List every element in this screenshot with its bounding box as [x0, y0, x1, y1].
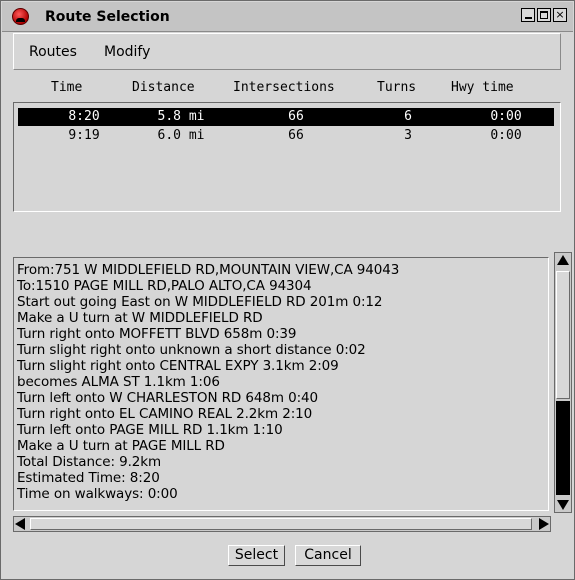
direction-line: From:751 W MIDDLEFIELD RD,MOUNTAIN VIEW,… [17, 262, 400, 278]
route-intersections: 66 [288, 109, 304, 124]
scroll-right-arrow-icon[interactable] [539, 518, 549, 530]
direction-line: Estimated Time: 8:20 [17, 470, 160, 486]
minimize-button[interactable] [521, 8, 535, 22]
direction-line: Turn slight right onto CENTRAL EXPY 3.1k… [17, 358, 339, 374]
vertical-scroll-trough[interactable] [556, 401, 570, 495]
scroll-up-arrow-icon[interactable] [557, 255, 569, 265]
scroll-down-arrow-icon[interactable] [557, 500, 569, 510]
column-header-hwy-time[interactable]: Hwy time [451, 80, 514, 95]
maximize-button[interactable] [537, 8, 551, 22]
close-icon: × [555, 8, 565, 21]
title-bar[interactable]: Route Selection × [2, 2, 573, 32]
column-header-turns[interactable]: Turns [377, 80, 416, 95]
direction-line: Turn slight right onto unknown a short d… [17, 342, 366, 358]
route-selection-window: Route Selection × Routes Modify Time Dis… [0, 0, 575, 580]
direction-line: Turn right onto EL CAMINO REAL 2.2km 2:1… [17, 406, 313, 422]
cancel-button[interactable]: Cancel [295, 545, 361, 566]
column-header-distance[interactable]: Distance [132, 80, 195, 95]
direction-line: becomes ALMA ST 1.1km 1:06 [17, 374, 220, 390]
menu-modify[interactable]: Modify [104, 44, 150, 60]
menu-bar: Routes Modify [13, 33, 561, 70]
directions-horizontal-scrollbar[interactable] [13, 516, 551, 532]
direction-line: Turn left onto W CHARLESTON RD 648m 0:40 [17, 390, 319, 406]
column-header-time[interactable]: Time [51, 80, 82, 95]
direction-line: Turn right onto MOFFETT BLVD 658m 0:39 [17, 326, 297, 342]
route-hwy-time: 0:00 [490, 128, 522, 143]
minimize-icon [525, 17, 532, 19]
direction-line: Start out going East on W MIDDLEFIELD RD… [17, 294, 383, 310]
direction-line: Make a U turn at PAGE MILL RD [17, 438, 225, 454]
vertical-scroll-thumb[interactable] [556, 271, 570, 399]
route-turns: 6 [404, 109, 412, 124]
scroll-left-arrow-icon[interactable] [15, 518, 25, 530]
route-time: 8:20 [68, 109, 100, 124]
window-title: Route Selection [45, 9, 170, 25]
route-row[interactable]: 9:19 6.0 mi 66 3 0:00 [18, 127, 554, 145]
route-hwy-time: 0:00 [490, 109, 522, 124]
select-button[interactable]: Select [228, 545, 285, 566]
directions-vertical-scrollbar[interactable] [554, 252, 572, 513]
redhat-app-icon [12, 8, 29, 25]
route-distance: 6.0 mi [157, 128, 205, 143]
direction-line: Turn left onto PAGE MILL RD 1.1km 1:10 [17, 422, 283, 438]
route-turns: 3 [404, 128, 412, 143]
route-list[interactable]: 8:20 5.8 mi 66 6 0:00 9:19 6.0 mi 66 3 0… [13, 102, 561, 212]
direction-line: To:1510 PAGE MILL RD,PALO ALTO,CA 94304 [17, 278, 312, 294]
maximize-icon [540, 11, 548, 19]
direction-line: Time on walkways: 0:00 [17, 486, 178, 502]
column-header-intersections[interactable]: Intersections [233, 80, 335, 95]
direction-line: Make a U turn at W MIDDLEFIELD RD [17, 310, 263, 326]
route-intersections: 66 [288, 128, 304, 143]
route-row[interactable]: 8:20 5.8 mi 66 6 0:00 [18, 108, 554, 126]
route-time: 9:19 [68, 128, 100, 143]
horizontal-scroll-thumb[interactable] [30, 518, 532, 530]
directions-text-area[interactable]: From:751 W MIDDLEFIELD RD,MOUNTAIN VIEW,… [13, 257, 549, 511]
menu-routes[interactable]: Routes [29, 44, 77, 60]
route-distance: 5.8 mi [157, 109, 205, 124]
close-button[interactable]: × [553, 8, 567, 22]
direction-line: Total Distance: 9.2km [17, 454, 162, 470]
